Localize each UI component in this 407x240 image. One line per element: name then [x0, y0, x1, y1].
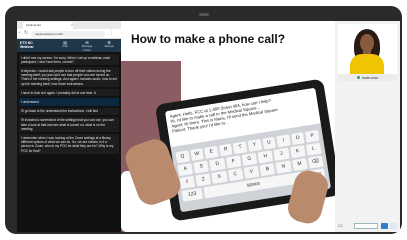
chat-panel: Optimal No × ‹ ↻ captionedtext.com/#/...…: [17, 21, 121, 232]
keyboard-key: C: [227, 168, 244, 182]
close-tab-icon[interactable]: ×: [71, 22, 73, 29]
chat-message: I understand: [19, 98, 119, 106]
browser-tab[interactable]: Optimal No ×: [23, 22, 73, 29]
chat-message: I remember when I was looking at the Zoo…: [19, 134, 119, 155]
caption-label: CC: [338, 224, 344, 228]
keyboard-key: ⌫: [307, 155, 324, 169]
chat-transcript[interactable]: I didn't see my screen. I'm sorry. When …: [17, 52, 121, 232]
slide-title: How to make a phone call?: [131, 32, 286, 46]
toolbar-chat-button[interactable]: ▤ Chat: [57, 41, 73, 49]
keyboard-key: Y: [247, 138, 262, 152]
app-screen: Optimal No × ‹ ↻ captionedtext.com/#/...…: [17, 21, 400, 232]
keyboard-key: H: [257, 150, 274, 164]
keyboard-key: K: [289, 145, 306, 159]
toolbar-label: Chat: [62, 45, 68, 48]
front-camera: [199, 13, 209, 16]
keyboard-key: N: [275, 160, 292, 174]
address-bar-row: ‹ ↻ captionedtext.com/#/... ⋮: [17, 29, 121, 39]
tablet-device-frame: Optimal No × ‹ ↻ captionedtext.com/#/...…: [5, 6, 402, 234]
chat-message: I have to look at it again. I probably d…: [19, 89, 119, 97]
caption-apply-button[interactable]: [381, 223, 388, 229]
keyboard-key: S: [193, 160, 210, 174]
keyboard-key: M: [291, 158, 308, 172]
reload-icon[interactable]: ↻: [24, 30, 28, 36]
chat-message: I'll go back to the understand the instr…: [19, 107, 119, 115]
keyboard-key: G: [241, 152, 258, 166]
presenter-video: [338, 24, 397, 74]
toolbar-settings-button[interactable]: ⚙ Settings: [101, 41, 117, 49]
presenter-top: [350, 54, 384, 74]
presenter-panel: Instructor CC: [335, 21, 400, 232]
caption-options-button[interactable]: [390, 223, 397, 229]
toolbar-label: Settings: [104, 45, 114, 48]
app-logo: ETS NC Webinar: [20, 41, 34, 49]
keyboard-key: J: [273, 147, 290, 161]
chat-message: It depends. I would ask people to turn o…: [19, 67, 119, 88]
keyboard-key: A: [177, 162, 194, 177]
keyboard-key: Q: [175, 150, 190, 164]
keyboard-key: R: [218, 143, 233, 157]
keyboard-key: W: [189, 148, 205, 161]
keyboard-key: F: [225, 155, 242, 169]
keyboard-key: X: [211, 170, 228, 184]
app-header: ETS NC Webinar ▤ Chat ✉ Message Cursor ⚙…: [17, 39, 121, 53]
back-icon[interactable]: ‹: [19, 30, 21, 36]
live-dot-icon: [356, 76, 360, 80]
chat-message: I didn't see my screen. I'm sorry. When …: [19, 54, 119, 66]
keyboard-key: U: [261, 136, 277, 150]
keyboard-key: B: [259, 163, 276, 177]
keyboard-key: 123: [181, 187, 204, 202]
keyboard-key: ⇧: [179, 175, 196, 189]
browser-tab-bar: Optimal No ×: [17, 21, 121, 29]
keyboard-key: D: [209, 157, 226, 172]
browser-tab-title: Optimal No: [26, 23, 42, 27]
presentation-slide: How to make a phone call? Agent: Hello, …: [121, 21, 342, 232]
presenter-name: Instructor: [361, 75, 379, 80]
keyboard-key: O: [290, 132, 305, 145]
menu-icon[interactable]: ⋮: [109, 30, 114, 36]
caption-select[interactable]: [354, 223, 378, 229]
url-field[interactable]: captionedtext.com/#/...: [31, 30, 105, 37]
presenter-face: [360, 34, 374, 52]
keyboard-key: T: [233, 141, 248, 155]
toolbar-label: Message Cursor: [81, 45, 93, 52]
keyboard-key: Z: [195, 173, 212, 187]
keyboard-key: L: [305, 142, 322, 156]
keyboard-key: V: [243, 165, 260, 179]
keyboard-key: E: [204, 145, 219, 159]
keyboard-key: P: [305, 129, 320, 143]
presenter-label: Instructor: [338, 74, 397, 81]
chat-message: I'll included a screenshot of the settin…: [19, 116, 119, 133]
keyboard-key: I: [276, 134, 291, 148]
